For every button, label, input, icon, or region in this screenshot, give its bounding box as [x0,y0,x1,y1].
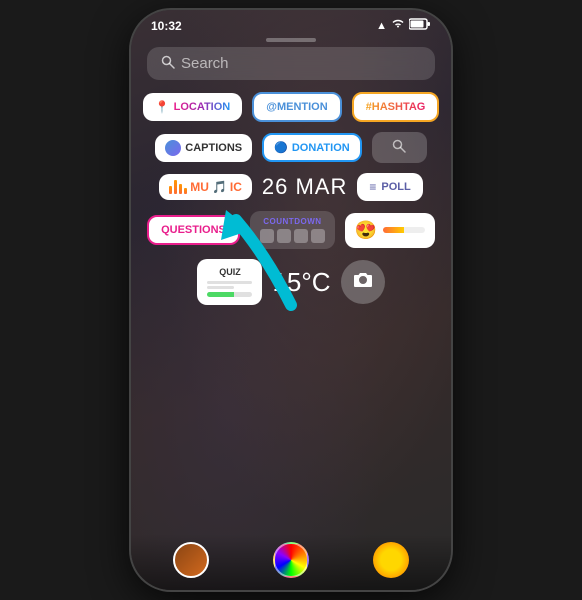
mention-sticker[interactable]: @MENTION [252,92,341,122]
battery-icon [409,18,431,33]
music-bar-2 [174,180,177,194]
date-sticker[interactable]: 26 MAR [262,174,347,200]
location-label: LOCATION [174,101,231,113]
music-sticker[interactable]: MU 🎵 IC [159,174,252,200]
status-bar: 10:32 ▲ [131,10,451,37]
music-bar-3 [179,184,182,194]
quiz-lines [207,281,252,289]
music-label2: IC [230,180,242,194]
mention-label: @MENTION [266,101,327,113]
questions-label: QUESTIONS [161,224,226,236]
countdown-box-1 [260,229,274,243]
stickers-container: 📍 LOCATION @MENTION #HASHTAG CAPTIONS 🔵 [131,88,451,309]
countdown-sticker[interactable]: COUNTDOWN [250,211,335,249]
quiz-line-1 [207,281,252,284]
quiz-line-2 [207,286,234,289]
music-bar-4 [184,188,187,194]
countdown-box-4 [311,229,325,243]
search-bar[interactable]: Search [147,47,435,80]
countdown-box-2 [277,229,291,243]
poll-label: POLL [381,181,410,193]
countdown-label: COUNTDOWN [263,217,321,226]
quiz-progress [207,292,252,297]
poll-lines: ≡ [369,180,376,194]
quiz-sticker[interactable]: QUIZ [197,259,262,305]
sticker-row-2: CAPTIONS 🔵 DONATION [147,132,435,163]
camera-icon [352,271,374,294]
phone-screen: 10:32 ▲ [131,10,451,590]
phone-frame: 10:32 ▲ [131,10,451,590]
bottom-sun[interactable] [373,542,409,578]
music-note: 🎵 [212,180,227,194]
quiz-label: QUIZ [207,267,252,277]
temperature-sticker[interactable]: 15°C [272,267,330,298]
donation-icon: 🔵 [274,141,288,154]
signal-icon: ▲ [376,20,387,32]
donation-label: DONATION [292,142,350,154]
music-label: MU [190,180,209,194]
status-time: 10:32 [151,19,182,33]
bottom-area [131,534,451,590]
captions-label: CAPTIONS [185,142,242,154]
sticker-row-1: 📍 LOCATION @MENTION #HASHTAG [147,92,435,122]
location-dot: 📍 [155,100,170,114]
small-search-sticker[interactable] [372,132,427,163]
questions-sticker[interactable]: QUESTIONS [147,215,240,245]
music-bars [169,180,187,194]
bottom-rainbow[interactable] [273,542,309,578]
home-indicator [266,38,316,42]
sticker-row-4: QUESTIONS COUNTDOWN 😍 [147,211,435,249]
sticker-row-5: QUIZ 15°C [147,259,435,305]
wifi-icon [391,19,405,32]
poll-sticker[interactable]: ≡ POLL [357,173,422,201]
emoji-slider-sticker[interactable]: 😍 [345,213,435,248]
captions-sticker[interactable]: CAPTIONS [155,134,252,162]
sticker-row-3: MU 🎵 IC 26 MAR ≡ POLL [147,173,435,201]
countdown-box-3 [294,229,308,243]
captions-icon [165,140,181,156]
hashtag-sticker[interactable]: #HASHTAG [352,92,440,122]
location-sticker[interactable]: 📍 LOCATION [143,93,243,121]
temperature-label: 15°C [272,267,330,297]
camera-sticker[interactable] [341,260,385,304]
emoji-face: 😍 [355,220,377,241]
small-search-icon [392,139,406,156]
music-bar-1 [169,186,172,194]
date-label: 26 MAR [262,174,347,199]
emoji-progress-bar [383,227,425,233]
hashtag-label: #HASHTAG [366,101,426,113]
bottom-avatar[interactable] [173,542,209,578]
status-icons: ▲ [376,18,431,33]
search-icon [161,55,175,72]
donation-sticker[interactable]: 🔵 DONATION [262,133,362,162]
search-placeholder: Search [181,55,229,72]
countdown-boxes [260,229,325,243]
